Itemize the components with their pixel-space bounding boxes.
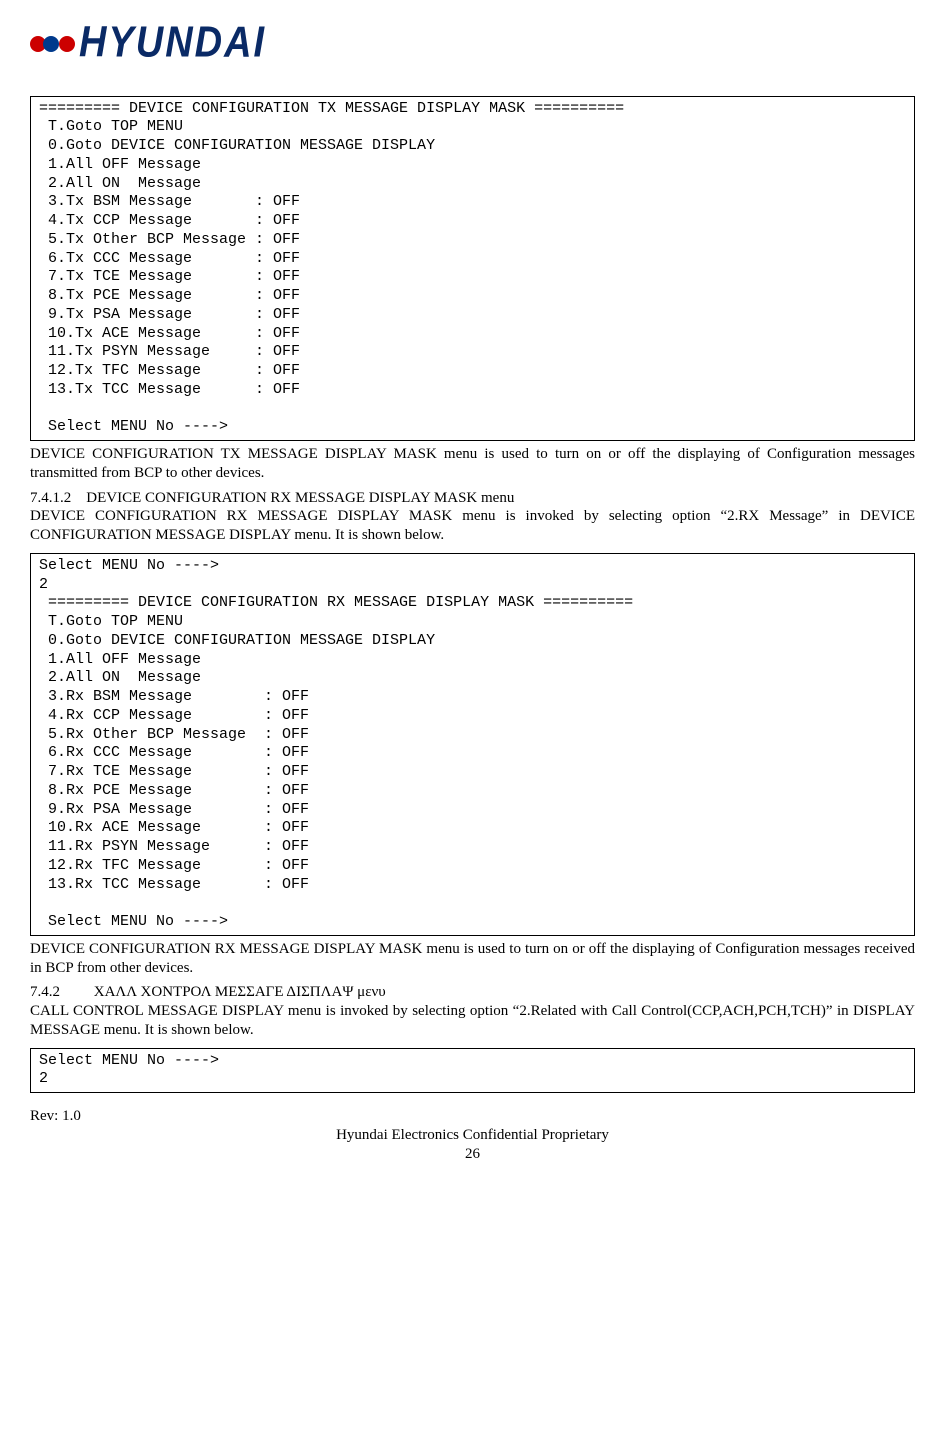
section-heading-rx: 7.4.1.2 DEVICE CONFIGURATION RX MESSAGE … [30,489,915,508]
paragraph-tx-desc: DEVICE CONFIGURATION TX MESSAGE DISPLAY … [30,445,915,483]
footer-rev: Rev: 1.0 [30,1107,915,1126]
footer-page-number: 26 [30,1145,915,1164]
paragraph-rx-desc: DEVICE CONFIGURATION RX MESSAGE DISPLAY … [30,940,915,978]
terminal-output-rx: Select MENU No ----> 2 ========= DEVICE … [30,553,915,936]
dot-icon [59,36,75,52]
footer-confidential: Hyundai Electronics Confidential Proprie… [30,1126,915,1145]
brand-name: HYUNDAI [79,16,266,71]
terminal-output-tx: ========= DEVICE CONFIGURATION TX MESSAG… [30,96,915,442]
terminal-output-cc: Select MENU No ----> 2 [30,1048,915,1094]
section-number: 7.4.1.2 [30,490,71,506]
page-header: HYUNDAI [30,20,915,68]
paragraph-rx-intro: DEVICE CONFIGURATION RX MESSAGE DISPLAY … [30,507,915,545]
section-title: ΧΑΛΛ ΧΟΝΤΡΟΛ ΜΕΣΣΑΓΕ ΔΙΣΠΛΑΨ μενυ [94,984,386,1000]
paragraph-cc-intro: CALL CONTROL MESSAGE DISPLAY menu is inv… [30,1002,915,1040]
section-heading-cc: 7.4.2 ΧΑΛΛ ΧΟΝΤΡΟΛ ΜΕΣΣΑΓΕ ΔΙΣΠΛΑΨ μενυ [30,983,915,1002]
page-footer: Rev: 1.0 Hyundai Electronics Confidentia… [30,1107,915,1163]
section-title: DEVICE CONFIGURATION RX MESSAGE DISPLAY … [86,490,514,506]
dot-icon [43,36,59,52]
logo-dots [30,36,75,52]
section-number: 7.4.2 [30,983,90,1002]
brand-logo: HYUNDAI [30,20,915,68]
